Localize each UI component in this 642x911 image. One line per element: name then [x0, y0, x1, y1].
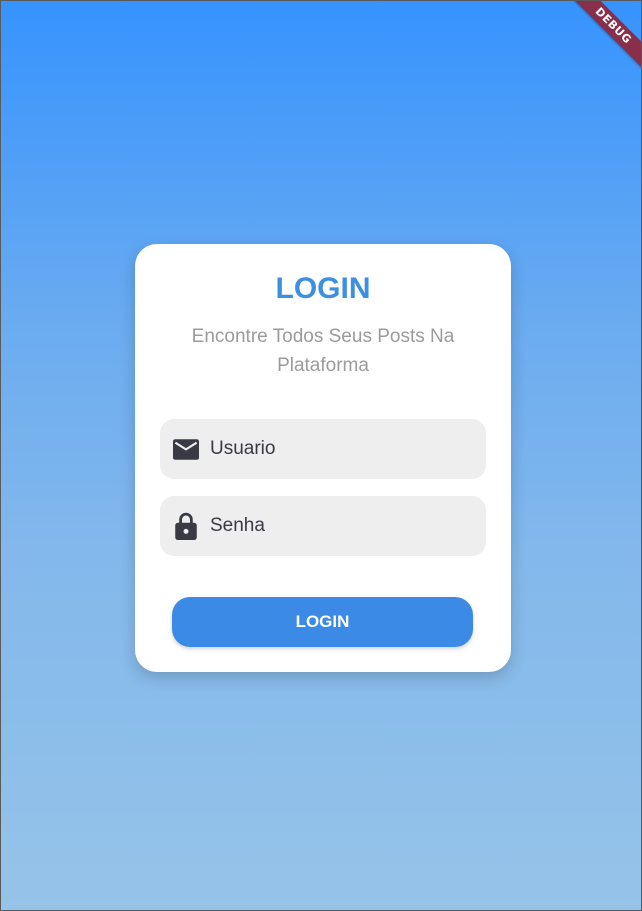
mail-icon [172, 436, 199, 463]
login-title: LOGIN [275, 272, 371, 305]
password-input[interactable] [210, 506, 480, 546]
username-field[interactable] [160, 419, 486, 479]
login-button[interactable]: LOGIN [172, 597, 473, 647]
debug-banner-label: DEBUG [564, 1, 641, 75]
lock-icon [172, 512, 199, 540]
login-subtitle: Encontre Todos Seus Posts Na Plataforma [191, 326, 455, 376]
login-card: LOGIN Encontre Todos Seus Posts Na Plata… [135, 244, 511, 672]
username-input[interactable] [210, 429, 480, 469]
password-field[interactable] [160, 496, 486, 556]
debug-banner: DEBUG [561, 1, 641, 81]
